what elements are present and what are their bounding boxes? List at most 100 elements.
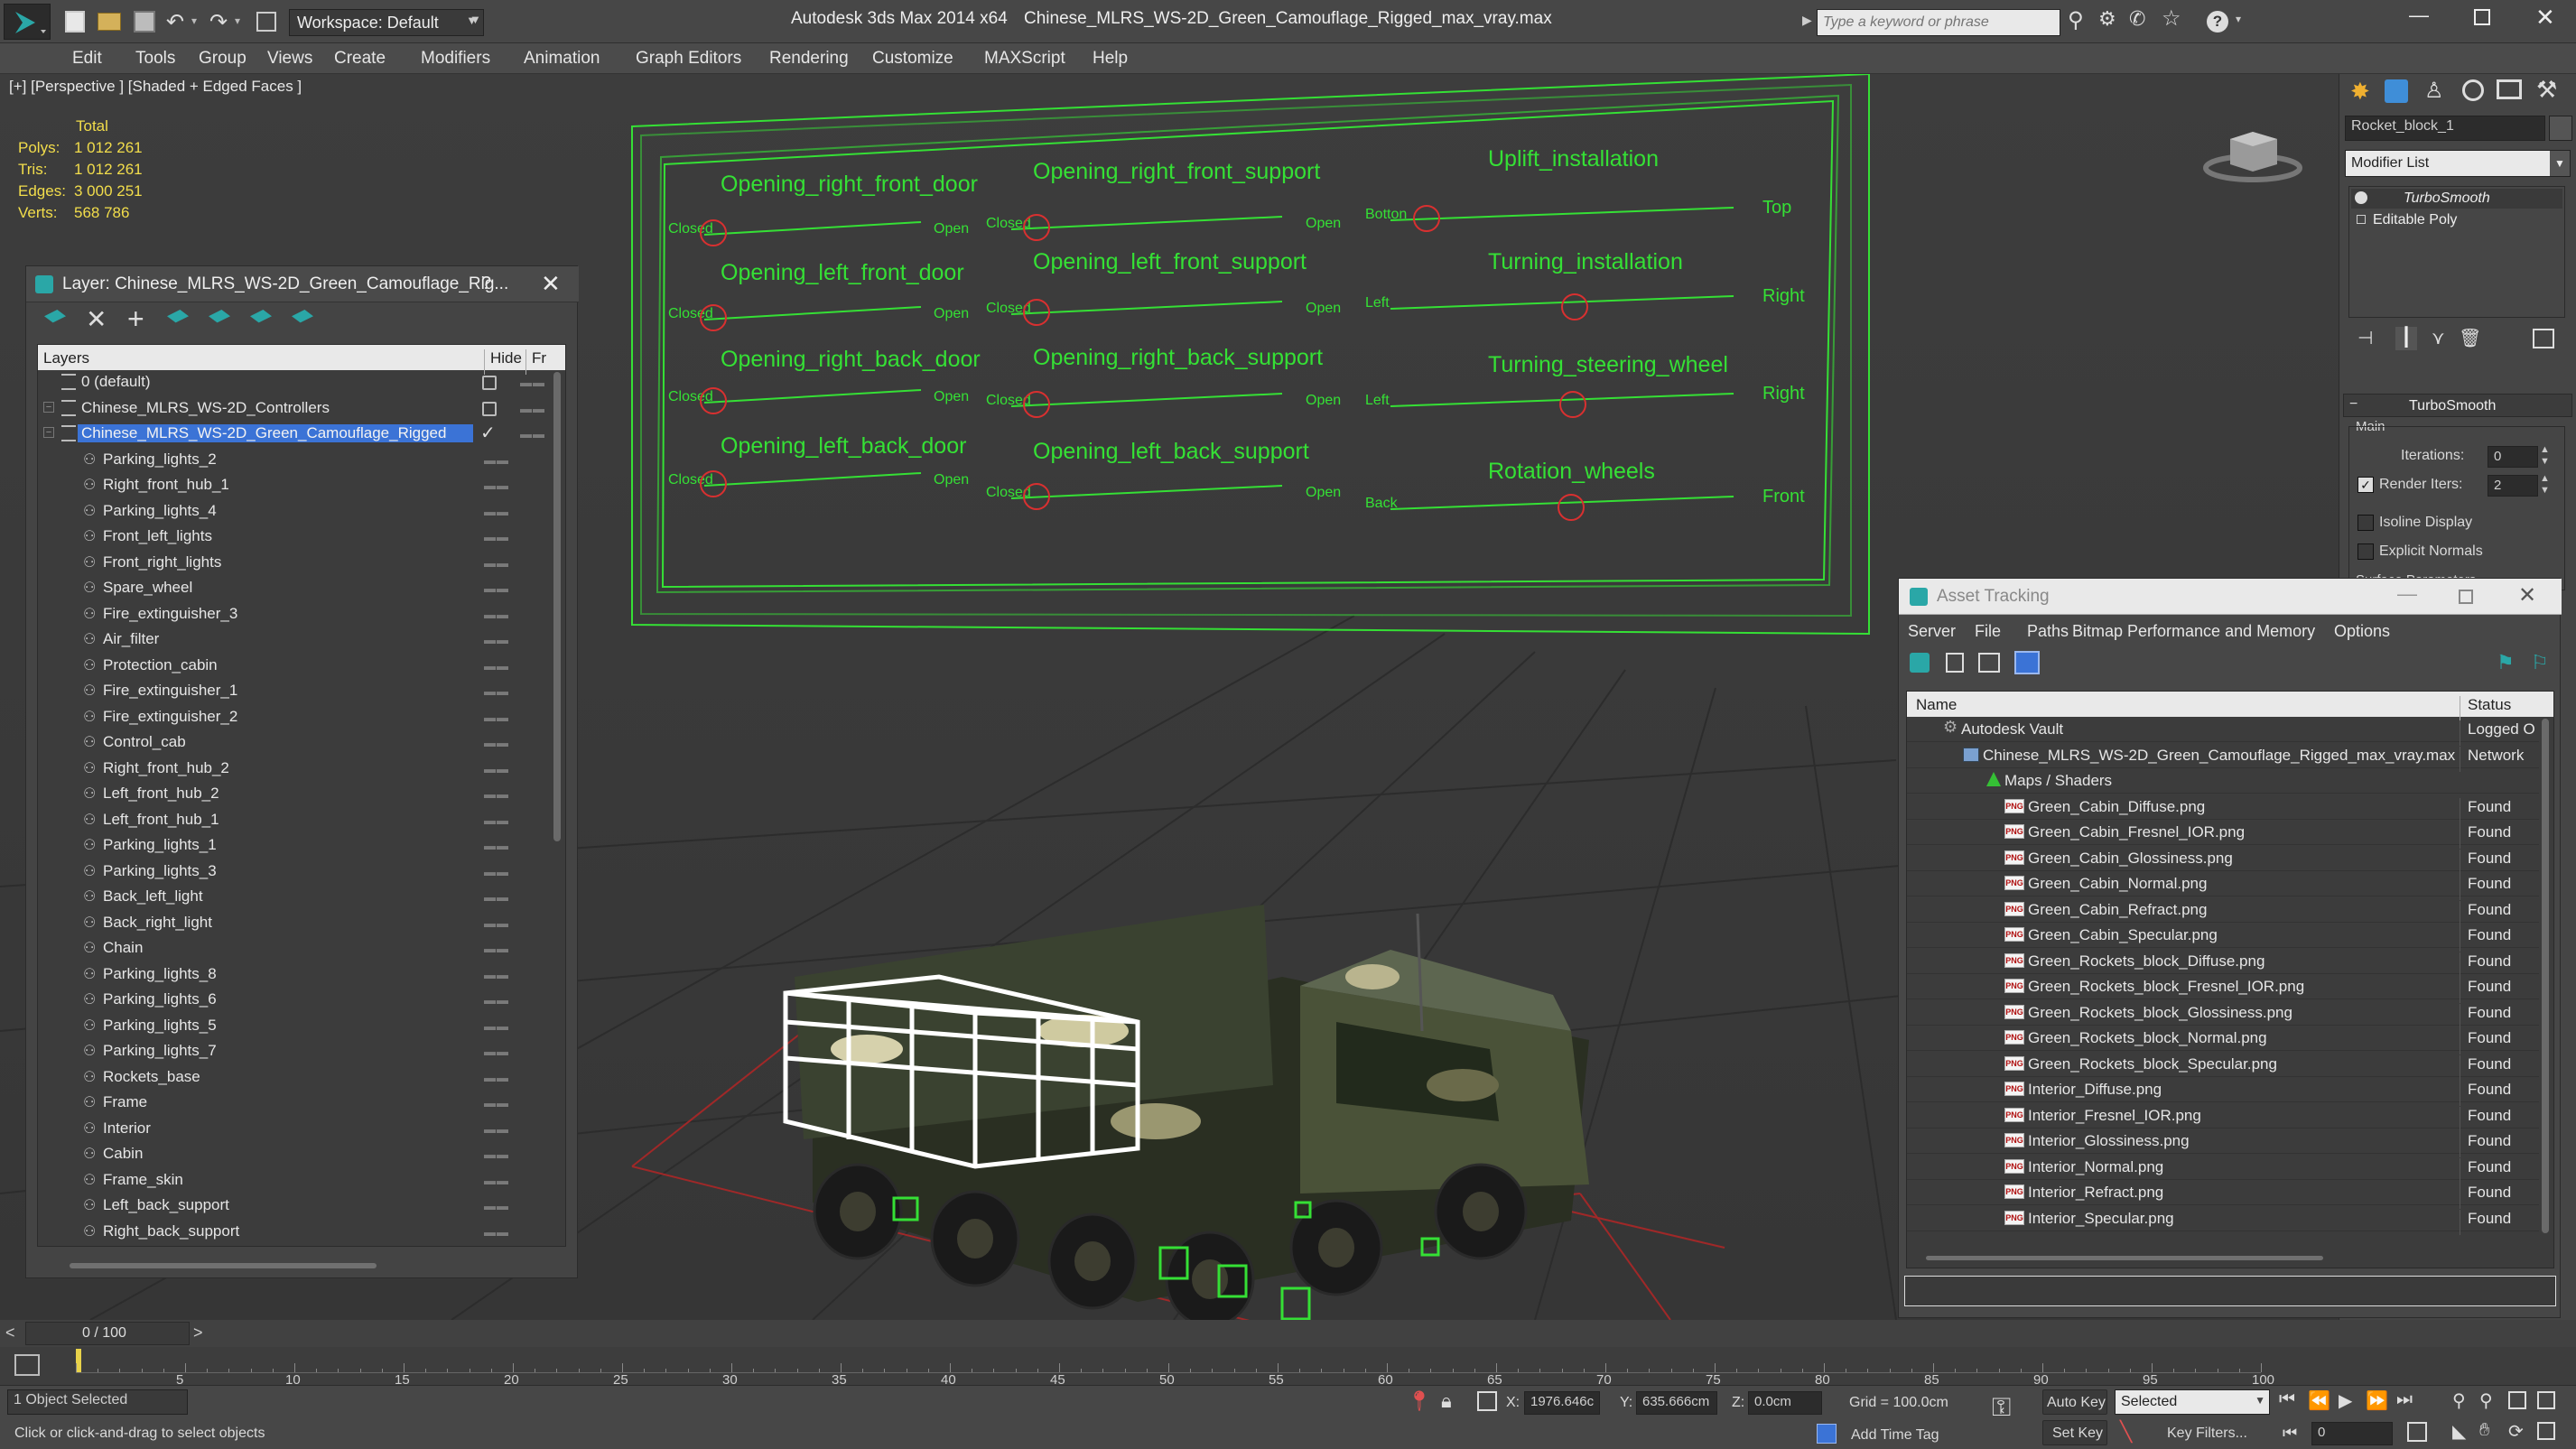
list-view-icon[interactable] — [1946, 653, 1964, 673]
orbit-icon[interactable]: ⟳ — [2508, 1420, 2524, 1443]
search-arrow-icon[interactable]: ▶ — [1802, 13, 1812, 28]
hide-toggle-icon[interactable]: ▬▬ — [484, 1019, 509, 1033]
freeze-toggle-icon[interactable]: ▬▬ — [520, 427, 545, 441]
menu-tools[interactable]: Tools — [135, 49, 175, 69]
asset-scroll-thumb[interactable] — [2542, 719, 2549, 1233]
binoculars-icon[interactable]: ⚲ — [2068, 7, 2084, 33]
detail-view-icon[interactable] — [1978, 653, 2000, 673]
save-file-icon[interactable] — [134, 11, 155, 33]
menu-maxscript[interactable]: MAXScript — [984, 49, 1065, 69]
play-icon[interactable]: ▶ — [2339, 1389, 2352, 1412]
layer-window-titlebar[interactable]: Layer: Chinese_MLRS_WS-2D_Green_Camoufla… — [26, 266, 579, 302]
menu-views[interactable]: Views — [267, 49, 312, 69]
asset-close-icon[interactable]: ✕ — [2518, 582, 2536, 608]
maximize-viewport-icon[interactable] — [2537, 1422, 2555, 1440]
asset-row[interactable]: PNG Interior_Diffuse.png Found — [1907, 1077, 2539, 1106]
time-configuration-icon[interactable] — [2407, 1422, 2427, 1442]
zoom-extents-icon[interactable] — [2508, 1391, 2526, 1409]
absolute-mode-icon[interactable] — [1477, 1391, 1497, 1411]
object-row[interactable]: ⚇ Protection_cabin ▬▬ — [38, 654, 544, 679]
asset-row[interactable]: PNG Interior_Normal.png Found — [1907, 1155, 2539, 1184]
iterations-spinner-arrows-icon[interactable]: ▲ ▼ — [2540, 444, 2550, 468]
current-frame-field[interactable]: 0 — [2311, 1422, 2393, 1445]
control-handle[interactable] — [1558, 494, 1585, 521]
time-tag-icon[interactable] — [1817, 1424, 1837, 1444]
selection-set-dropdown[interactable]: Selected ▼ — [2115, 1389, 2270, 1415]
object-row[interactable]: ⚇ Left_back_support ▬▬ — [38, 1194, 544, 1219]
hide-toggle-icon[interactable]: ▬▬ — [484, 1174, 509, 1187]
object-row[interactable]: ⚇ Left_front_hub_1 ▬▬ — [38, 808, 544, 833]
menu-modifiers[interactable]: Modifiers — [421, 49, 490, 69]
asset-row[interactable]: PNG Green_Cabin_Specular.png Found — [1907, 923, 2539, 952]
go-to-end-icon[interactable]: ⏭ — [2396, 1389, 2413, 1410]
current-layer-check-icon[interactable]: ✓ — [480, 422, 496, 444]
object-row[interactable]: ⚇ Right_back_support ▬▬ — [38, 1220, 544, 1245]
hide-toggle-icon[interactable]: ▬▬ — [484, 993, 509, 1007]
y-coordinate-field[interactable]: 635.666cm — [1636, 1391, 1717, 1415]
asset-row[interactable]: PNG Interior_Fresnel_IOR.png Found — [1907, 1103, 2539, 1132]
asset-menu-paths[interactable]: Paths — [2027, 622, 2069, 641]
layer-scroll-thumb[interactable] — [553, 372, 561, 841]
object-row[interactable]: ⚇ Parking_lights_2 ▬▬ — [38, 448, 544, 473]
hide-toggle-icon[interactable]: ▬▬ — [484, 1071, 509, 1084]
selection-lock-icon[interactable]: 🔒︎ — [1441, 1389, 1452, 1413]
modifier-list-dropdown[interactable]: Modifier List ▼ — [2345, 150, 2571, 177]
remove-modifier-icon[interactable]: 🗑︎ — [2459, 327, 2481, 349]
stack-item-turbosmooth[interactable]: TurboSmooth — [2351, 189, 2562, 209]
control-handle[interactable] — [1561, 293, 1588, 320]
menu-edit[interactable]: Edit — [72, 49, 102, 69]
rollout-header[interactable]: − TurboSmooth — [2343, 394, 2572, 417]
modify-tab-icon[interactable] — [2385, 79, 2408, 103]
track-bar-mini-curve-icon[interactable] — [14, 1354, 40, 1376]
object-row[interactable]: ⚇ Back_left_light ▬▬ — [38, 885, 544, 910]
motion-tab-icon[interactable] — [2462, 79, 2484, 101]
menu-graph-editors[interactable]: Graph Editors — [636, 49, 741, 69]
object-row[interactable]: ⚇ Rockets_base ▬▬ — [38, 1065, 544, 1091]
asset-row[interactable]: PNG Green_Cabin_Diffuse.png Found — [1907, 794, 2539, 823]
new-file-icon[interactable] — [65, 11, 85, 33]
add-to-layer-icon[interactable]: + — [127, 302, 144, 336]
vault-settings-icon[interactable]: ⚐ — [2531, 651, 2549, 674]
object-row[interactable]: ⚇ Parking_lights_6 ▬▬ — [38, 988, 544, 1013]
object-color-swatch[interactable] — [2549, 116, 2572, 141]
refresh-icon[interactable] — [1910, 653, 1930, 673]
go-to-start-icon[interactable]: ⏮ — [2279, 1389, 2295, 1410]
auto-key-button[interactable]: Auto Key — [2042, 1389, 2107, 1415]
hide-toggle-icon[interactable]: ▬▬ — [484, 736, 509, 749]
freeze-all-icon[interactable] — [292, 310, 313, 323]
asset-row[interactable]: PNG Green_Rockets_block_Fresnel_IOR.png Fo… — [1907, 974, 2539, 1003]
set-key-button[interactable]: Set Key — [2042, 1420, 2107, 1445]
asset-menu-bitmap-performance-and-memory[interactable]: Bitmap Performance and Memory — [2072, 622, 2315, 641]
object-row[interactable]: ⚇ Front_right_lights ▬▬ — [38, 551, 544, 576]
help-dropdown-icon[interactable]: ▾ — [2236, 13, 2241, 25]
object-row[interactable]: ⚇ Frame ▬▬ — [38, 1091, 544, 1116]
hide-toggle-icon[interactable]: ▬▬ — [484, 916, 509, 930]
display-tab-icon[interactable] — [2497, 79, 2522, 99]
asset-row[interactable]: PNG Interior_Glossiness.png Found — [1907, 1129, 2539, 1157]
object-row[interactable]: ⚇ Parking_lights_4 ▬▬ — [38, 499, 544, 525]
select-objects-icon[interactable] — [167, 310, 189, 323]
set-key-mode-icon[interactable]: ⚿ — [1992, 1393, 2011, 1423]
render-iters-spinner[interactable]: 2 — [2488, 475, 2538, 497]
workspace-expand-icon[interactable]: ▼ — [470, 13, 481, 26]
object-row[interactable]: ⚇ Right_front_hub_2 ▬▬ — [38, 757, 544, 782]
help-icon[interactable]: ? — [2207, 11, 2228, 33]
undo-icon[interactable]: ↶ — [166, 9, 184, 35]
menu-group[interactable]: Group — [199, 49, 246, 69]
menu-help[interactable]: Help — [1093, 49, 1128, 69]
redo-dropdown-icon[interactable]: ▾ — [235, 14, 240, 27]
asset-row[interactable]: Maps / Shaders — [1907, 768, 2539, 794]
vault-help-icon[interactable]: ⚑ — [2497, 651, 2515, 674]
layer-help-button[interactable]: ? — [481, 274, 491, 294]
object-name-field[interactable]: Rocket_block_1 — [2345, 116, 2545, 141]
hide-toggle-icon[interactable]: ▬▬ — [484, 1199, 509, 1212]
make-unique-icon[interactable]: ⋎ — [2432, 327, 2445, 349]
delete-layer-icon[interactable]: ✕ — [86, 304, 107, 334]
close-icon[interactable]: ✕ — [2535, 4, 2555, 32]
configure-sets-icon[interactable] — [2533, 329, 2554, 348]
track-bar[interactable]: 5 10 15 20 25 30 35 40 45 50 55 60 65 70 75 80 85 90 95 100 — [0, 1347, 2576, 1388]
hide-toggle-icon[interactable]: ▬▬ — [484, 968, 509, 981]
freeze-toggle-icon[interactable]: ▬▬ — [520, 376, 545, 389]
object-row[interactable]: ⚇ Cabin ▬▬ — [38, 1142, 544, 1167]
asset-row[interactable]: PNG Green_Rockets_block_Diffuse.png Found — [1907, 949, 2539, 978]
